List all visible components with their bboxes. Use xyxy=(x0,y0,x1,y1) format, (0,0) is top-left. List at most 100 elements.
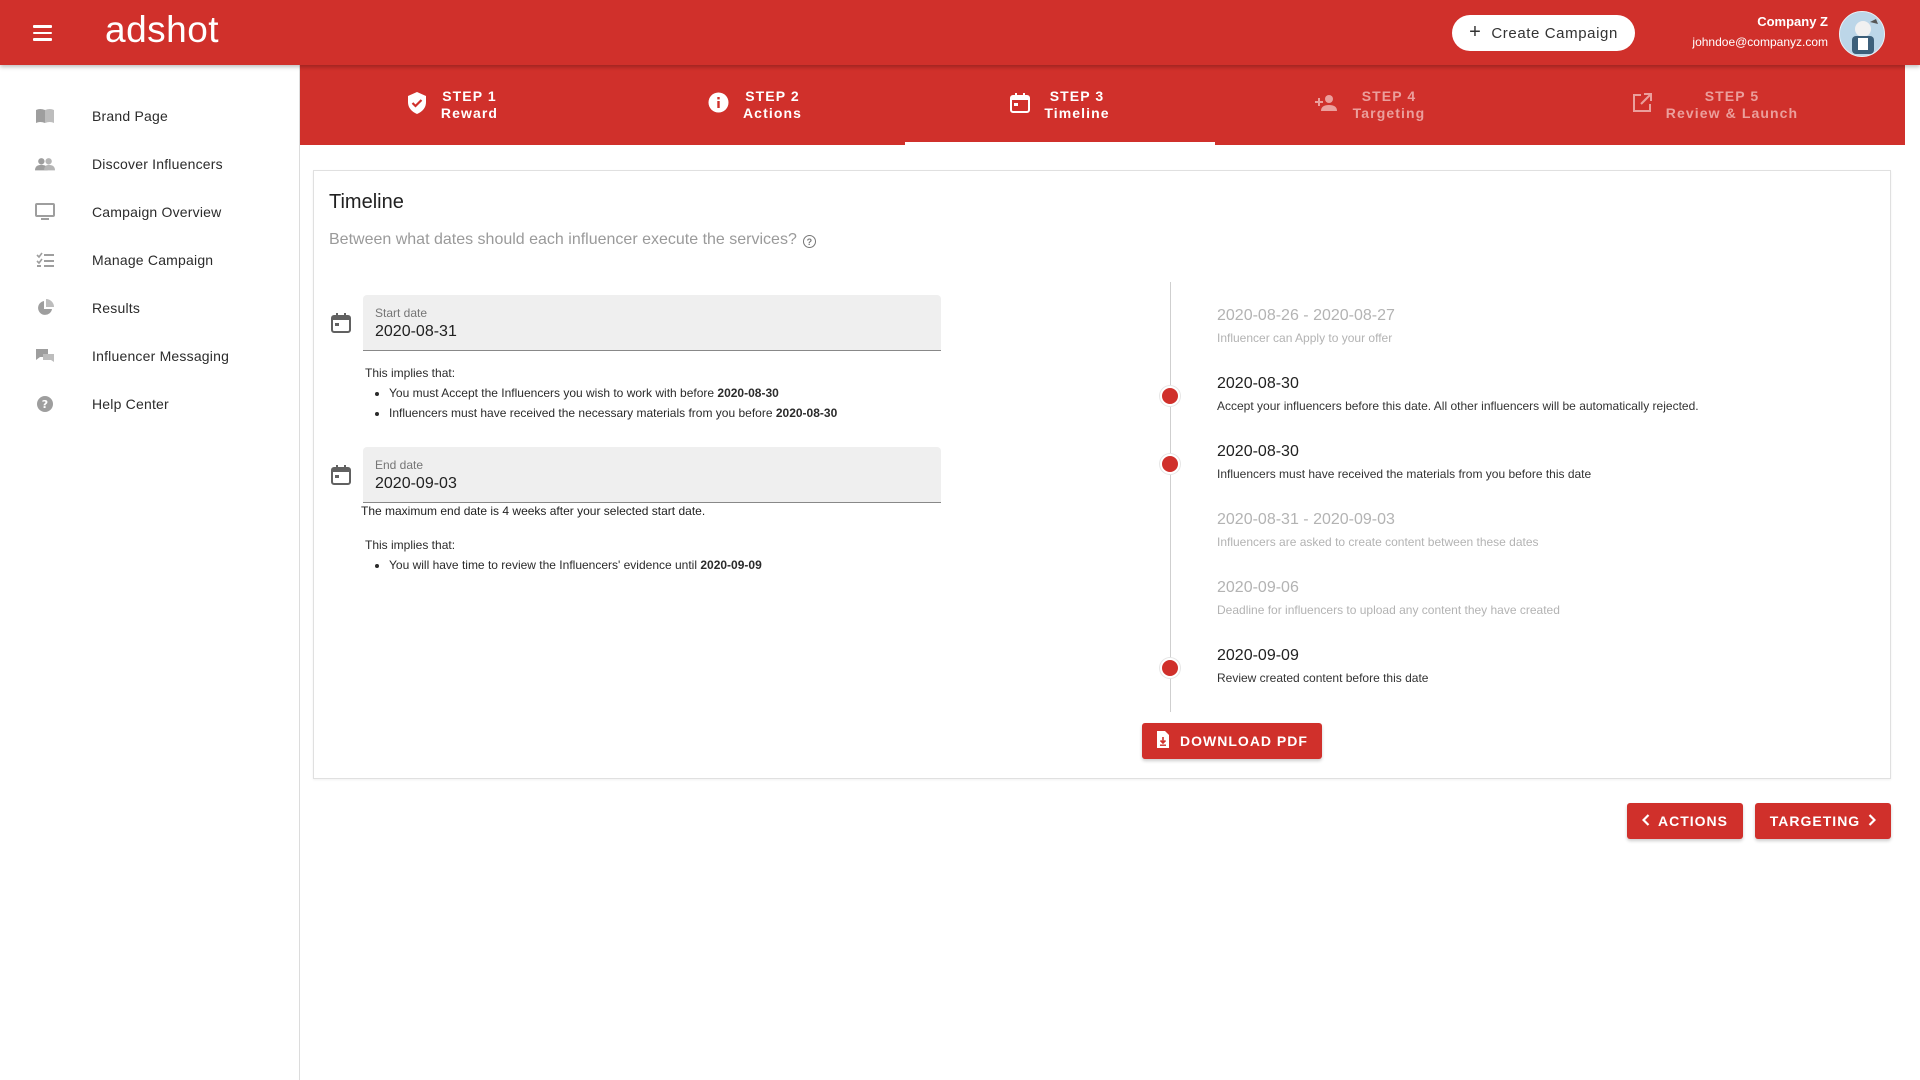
card-subtitle: Between what dates should each influence… xyxy=(329,231,816,249)
timeline-entry: 2020-08-30 Accept your influencers befor… xyxy=(1217,375,1699,413)
timeline-entry: 2020-08-26 - 2020-08-27 Influencer can A… xyxy=(1217,307,1395,345)
back-actions-button[interactable]: ACTIONS xyxy=(1627,803,1743,839)
checklist-icon xyxy=(35,250,55,270)
end-date-label: End date xyxy=(375,458,424,472)
create-campaign-button[interactable]: + Create Campaign xyxy=(1452,15,1635,51)
sidebar: Brand Page Discover Influencers Campaign… xyxy=(0,65,300,1080)
open-external-icon xyxy=(1632,92,1652,118)
card-title: Timeline xyxy=(329,191,404,213)
sidebar-item-label: Help Center xyxy=(92,396,169,412)
step-number: STEP 2 xyxy=(745,88,800,104)
sidebar-item-label: Campaign Overview xyxy=(92,204,222,220)
sidebar-item-brand-page[interactable]: Brand Page xyxy=(0,96,299,136)
avatar[interactable] xyxy=(1839,11,1885,57)
list-item: You must Accept the Influencers you wish… xyxy=(389,383,837,403)
sidebar-item-label: Results xyxy=(92,300,141,316)
next-targeting-button[interactable]: TARGETING xyxy=(1755,803,1891,839)
sidebar-item-manage-campaign[interactable]: Manage Campaign xyxy=(0,240,299,280)
help-icon: ? xyxy=(35,394,55,414)
step-reward[interactable]: STEP 1 Reward xyxy=(300,65,605,145)
step-timeline[interactable]: STEP 3 Timeline xyxy=(905,65,1215,145)
help-circle-icon[interactable]: ? xyxy=(802,235,816,248)
timeline-date: 2020-09-09 xyxy=(1217,647,1299,664)
timeline-text: Influencers are asked to create content … xyxy=(1217,535,1539,549)
timeline-date: 2020-08-31 - 2020-09-03 xyxy=(1217,511,1395,528)
step-number: STEP 4 xyxy=(1361,88,1417,104)
step-number: STEP 5 xyxy=(1704,88,1760,104)
start-implications: This implies that: You must Accept the I… xyxy=(365,363,837,423)
implies-heading: This implies that: xyxy=(365,538,456,552)
step-actions[interactable]: STEP 2 Actions xyxy=(605,65,905,145)
timeline-date: 2020-09-06 xyxy=(1217,579,1299,596)
account-email: johndoe@companyz.com xyxy=(1692,35,1828,49)
next-button-label: TARGETING xyxy=(1769,813,1861,829)
start-date-value: 2020-08-31 xyxy=(375,323,457,340)
timeline-entry: 2020-09-06 Deadline for influencers to u… xyxy=(1217,579,1560,617)
pie-chart-icon xyxy=(35,298,55,318)
timeline-date: 2020-08-30 xyxy=(1217,443,1299,460)
timeline-text: Deadline for influencers to upload any c… xyxy=(1217,603,1560,617)
list-item: You will have time to review the Influen… xyxy=(389,555,762,575)
step-name: Reward xyxy=(440,105,499,121)
timeline-entry: 2020-09-09 Review created content before… xyxy=(1217,647,1428,685)
sidebar-item-label: Manage Campaign xyxy=(92,252,214,268)
back-button-label: ACTIONS xyxy=(1658,813,1728,829)
timeline-entry: 2020-08-30 Influencers must have receive… xyxy=(1217,443,1591,481)
step-targeting[interactable]: STEP 4 Targeting xyxy=(1215,65,1525,145)
stepper: STEP 1 Reward STEP 2 Actions STEP 3 Timelin… xyxy=(300,65,1905,145)
implies-heading: This implies that: xyxy=(365,366,456,380)
sidebar-item-campaign-overview[interactable]: Campaign Overview xyxy=(0,192,299,232)
app-logo[interactable]: adshot xyxy=(105,9,219,51)
timeline-text: Influencer can Apply to your offer xyxy=(1217,331,1393,345)
timeline-date: 2020-08-26 - 2020-08-27 xyxy=(1217,307,1395,324)
create-campaign-label: Create Campaign xyxy=(1491,24,1618,42)
sidebar-item-influencer-messaging[interactable]: Influencer Messaging xyxy=(0,336,299,376)
chevron-right-icon xyxy=(1868,813,1877,829)
people-icon xyxy=(35,154,55,174)
timeline-text: Influencers must have received the mater… xyxy=(1217,467,1592,481)
step-name: Actions xyxy=(742,105,803,121)
sidebar-item-label: Influencer Messaging xyxy=(92,348,230,364)
company-name: Company Z xyxy=(1757,14,1828,29)
timeline-text: Accept your influencers before this date… xyxy=(1217,399,1699,413)
account-info[interactable]: Company Z johndoe@companyz.com xyxy=(1692,14,1828,49)
timeline-date: 2020-08-30 xyxy=(1217,375,1299,392)
timeline-entry: 2020-08-31 - 2020-09-03 Influencers are … xyxy=(1217,511,1539,549)
hamburger-menu-icon[interactable] xyxy=(26,18,62,48)
book-icon xyxy=(35,106,55,126)
timeline-dot xyxy=(1160,658,1180,678)
timeline-line xyxy=(1170,282,1171,712)
start-date-label: Start date xyxy=(375,306,428,320)
download-pdf-button[interactable]: DOWNLOAD PDF xyxy=(1142,723,1322,759)
calendar-icon xyxy=(331,313,351,333)
monitor-icon xyxy=(35,202,55,222)
end-date-helper-text: The maximum end date is 4 weeks after yo… xyxy=(361,504,706,518)
sidebar-item-discover-influencers[interactable]: Discover Influencers xyxy=(0,144,299,184)
step-review-launch[interactable]: STEP 5 Review & Launch xyxy=(1525,65,1905,145)
sidebar-item-results[interactable]: Results xyxy=(0,288,299,328)
timeline-dot xyxy=(1160,454,1180,474)
plus-icon: + xyxy=(1469,21,1482,43)
card-subtitle-text: Between what dates should each influence… xyxy=(329,231,797,248)
end-date-value: 2020-09-03 xyxy=(375,475,457,492)
start-date-field[interactable]: Start date 2020-08-31 xyxy=(363,295,941,351)
download-pdf-label: DOWNLOAD PDF xyxy=(1180,733,1308,749)
step-name: Timeline xyxy=(1044,105,1110,121)
end-date-field[interactable]: End date 2020-09-03 xyxy=(363,447,941,503)
timeline-text: Review created content before this date xyxy=(1217,671,1429,685)
timeline-dot xyxy=(1160,386,1180,406)
sidebar-item-help-center[interactable]: ? Help Center xyxy=(0,384,299,424)
chevron-left-icon xyxy=(1641,813,1650,829)
step-number: STEP 3 xyxy=(1049,88,1105,104)
svg-text:?: ? xyxy=(42,398,48,411)
end-implications: This implies that: You will have time to… xyxy=(365,535,762,575)
timeline-card: Timeline Between what dates should each … xyxy=(313,170,1891,779)
top-bar: adshot + Create Campaign Company Z johnd… xyxy=(0,0,1920,65)
sidebar-item-label: Discover Influencers xyxy=(92,156,223,172)
step-number: STEP 1 xyxy=(442,88,497,104)
info-icon xyxy=(708,92,729,118)
sidebar-item-label: Brand Page xyxy=(92,108,168,124)
list-item: Influencers must have received the neces… xyxy=(389,403,837,423)
chat-icon xyxy=(35,346,55,366)
calendar-icon xyxy=(331,465,351,485)
